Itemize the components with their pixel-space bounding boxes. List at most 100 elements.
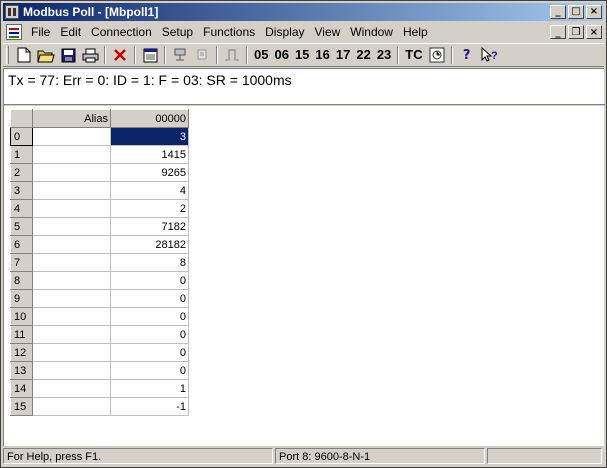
grid-body: 0 3 1 1415 2 9265 3 4 4 2 5 7182 6 28182 7 8 8 0 9 0 10 0 11 0 1…: [10, 127, 189, 416]
print-icon[interactable]: [79, 45, 101, 65]
toolbar-separator: [216, 46, 218, 64]
tc-button[interactable]: TC: [402, 45, 425, 65]
connect-icon[interactable]: [169, 45, 191, 65]
alias-cell[interactable]: [32, 289, 111, 308]
function-16-button[interactable]: 16: [312, 45, 332, 65]
register-grid: Alias 00000 0 3 1 1415 2 9265 3 4 4 2 5 7182 6 28182 7…: [10, 109, 189, 416]
app-window: Modbus Poll - [Mbpoll1] _ □ × File Edit …: [0, 0, 607, 468]
save-icon[interactable]: [57, 45, 79, 65]
new-file-icon[interactable]: [13, 45, 35, 65]
delete-icon[interactable]: [109, 45, 131, 65]
open-folder-icon[interactable]: [35, 45, 57, 65]
disconnect-icon[interactable]: [191, 45, 213, 65]
monitor-icon[interactable]: [426, 45, 448, 65]
maximize-button[interactable]: □: [568, 5, 584, 19]
row-number[interactable]: 9: [10, 289, 33, 308]
grid-corner[interactable]: [10, 109, 33, 128]
alias-cell[interactable]: [32, 325, 111, 344]
alias-cell[interactable]: [32, 307, 111, 326]
menu-connection[interactable]: Connection: [86, 22, 157, 42]
value-cell[interactable]: 0: [110, 271, 189, 290]
function-17-button[interactable]: 17: [333, 45, 353, 65]
table-row: 12 0: [10, 343, 189, 362]
alias-cell[interactable]: [32, 379, 111, 398]
window-icon[interactable]: [139, 45, 161, 65]
alias-cell[interactable]: [32, 127, 111, 146]
mdi-close-button[interactable]: ×: [586, 25, 602, 39]
document-icon[interactable]: [6, 24, 22, 40]
row-number[interactable]: 10: [10, 307, 33, 326]
alias-cell[interactable]: [32, 163, 111, 182]
alias-cell[interactable]: [32, 271, 111, 290]
value-cell[interactable]: 3: [110, 127, 189, 146]
table-row: 90: [10, 289, 189, 308]
alias-cell[interactable]: [32, 235, 111, 254]
alias-cell[interactable]: [32, 361, 111, 380]
row-number[interactable]: 8: [10, 271, 33, 290]
menu-file[interactable]: File: [26, 22, 55, 42]
value-cell[interactable]: 1: [110, 379, 189, 398]
alias-cell[interactable]: [32, 397, 111, 416]
pulse-icon[interactable]: [221, 45, 243, 65]
mdi-minimize-button[interactable]: _: [550, 25, 566, 39]
function-05-button[interactable]: 05: [251, 45, 271, 65]
menu-display[interactable]: Display: [260, 22, 309, 42]
row-number[interactable]: 4: [10, 199, 33, 218]
value-column-header[interactable]: 00000: [110, 109, 189, 128]
alias-cell[interactable]: [32, 145, 111, 164]
row-number[interactable]: 1: [10, 145, 33, 164]
toolbar-separator: [246, 46, 248, 64]
row-number[interactable]: 0: [10, 127, 33, 146]
table-row: 15 -1: [10, 397, 189, 416]
row-number[interactable]: 5: [10, 217, 33, 236]
value-cell[interactable]: 8: [110, 253, 189, 272]
function-23-button[interactable]: 23: [374, 45, 394, 65]
row-number[interactable]: 2: [10, 163, 33, 182]
value-cell[interactable]: 0: [110, 289, 189, 308]
row-number[interactable]: 7: [10, 253, 33, 272]
alias-cell[interactable]: [32, 181, 111, 200]
close-button[interactable]: ×: [586, 5, 602, 19]
alias-cell[interactable]: [32, 253, 111, 272]
row-number[interactable]: 11: [10, 325, 33, 344]
value-cell[interactable]: 9265: [110, 163, 189, 182]
alias-cell[interactable]: [32, 217, 111, 236]
toolbar-grip[interactable]: [6, 46, 9, 64]
context-help-icon[interactable]: ?: [478, 45, 500, 65]
row-number[interactable]: 13: [10, 361, 33, 380]
value-cell[interactable]: 4: [110, 181, 189, 200]
value-cell[interactable]: 1415: [110, 145, 189, 164]
row-number[interactable]: 15: [10, 397, 33, 416]
value-cell[interactable]: 7182: [110, 217, 189, 236]
value-cell[interactable]: 0: [110, 361, 189, 380]
title-bar[interactable]: Modbus Poll - [Mbpoll1] _ □ ×: [3, 3, 604, 21]
menu-view[interactable]: View: [310, 22, 346, 42]
menu-window[interactable]: Window: [345, 22, 398, 42]
value-cell[interactable]: 0: [110, 325, 189, 344]
value-cell[interactable]: 2: [110, 199, 189, 218]
row-number[interactable]: 6: [10, 235, 33, 254]
alias-column-header[interactable]: Alias: [32, 109, 111, 128]
row-number[interactable]: 3: [10, 181, 33, 200]
function-15-button[interactable]: 15: [292, 45, 312, 65]
value-cell[interactable]: 28182: [110, 235, 189, 254]
help-icon[interactable]: ?: [456, 45, 478, 65]
menu-edit[interactable]: Edit: [55, 22, 86, 42]
alias-cell[interactable]: [32, 343, 111, 362]
menu-setup[interactable]: Setup: [157, 22, 198, 42]
menu-help[interactable]: Help: [398, 22, 433, 42]
function-22-button[interactable]: 22: [353, 45, 373, 65]
value-cell[interactable]: -1: [110, 397, 189, 416]
mdi-restore-button[interactable]: ❐: [568, 25, 584, 39]
row-number[interactable]: 14: [10, 379, 33, 398]
modbus-app-icon[interactable]: [5, 5, 19, 19]
toolbar-separator: [164, 46, 166, 64]
minimize-button[interactable]: _: [550, 5, 566, 19]
menu-functions[interactable]: Functions: [198, 22, 260, 42]
value-cell[interactable]: 0: [110, 307, 189, 326]
table-row: 03: [10, 127, 189, 146]
function-06-button[interactable]: 06: [271, 45, 291, 65]
value-cell[interactable]: 0: [110, 343, 189, 362]
alias-cell[interactable]: [32, 199, 111, 218]
row-number[interactable]: 12: [10, 343, 33, 362]
